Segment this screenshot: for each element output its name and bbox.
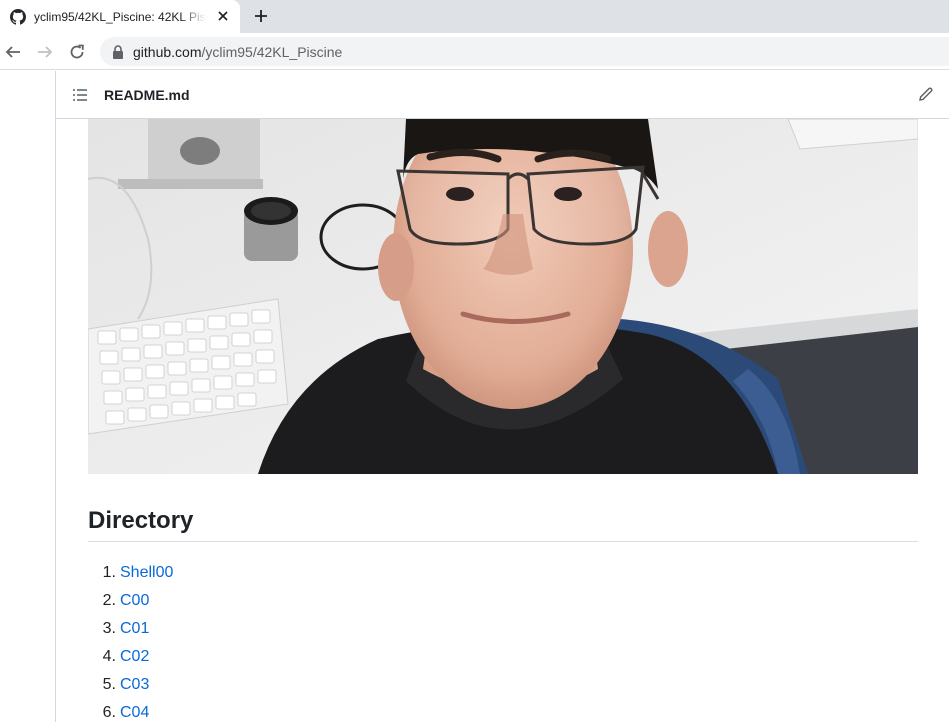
page-content: README.md Directory 1. Shell00 2. C00 3.… <box>0 71 949 722</box>
url-domain: github.com <box>133 43 202 60</box>
list-item: 3. C01 <box>88 615 173 643</box>
list-item: 2. C00 <box>88 587 173 615</box>
pencil-edit-icon[interactable] <box>918 86 934 102</box>
directory-link[interactable]: C01 <box>120 620 149 638</box>
readme-header: README.md <box>56 71 949 119</box>
tab-strip: yclim95/42KL_Piscine: 42KL Piscine <box>0 0 949 33</box>
list-number: 6. <box>102 704 116 721</box>
profile-photo <box>88 119 918 474</box>
list-number: 3. <box>102 620 116 637</box>
back-arrow-icon[interactable] <box>2 41 24 63</box>
list-item: 1. Shell00 <box>88 559 174 587</box>
list-number: 2. <box>102 592 116 609</box>
table-of-contents-icon[interactable] <box>72 87 88 103</box>
list-number: 4. <box>102 648 116 665</box>
lock-icon <box>113 44 123 59</box>
list-number: 5. <box>102 676 116 693</box>
directory-link[interactable]: C04 <box>120 704 149 722</box>
sidebar-divider <box>55 71 56 722</box>
url-text: github.com/yclim95/42KL_Piscine <box>133 44 342 60</box>
directory-heading: Directory <box>88 507 194 534</box>
browser-toolbar: github.com/yclim95/42KL_Piscine <box>0 33 949 70</box>
directory-link[interactable]: C02 <box>120 648 149 666</box>
reload-icon[interactable] <box>66 41 88 63</box>
directory-link[interactable]: C03 <box>120 676 149 694</box>
list-item: 4. C02 <box>88 643 173 671</box>
address-bar[interactable]: github.com/yclim95/42KL_Piscine <box>100 37 949 66</box>
github-icon <box>10 8 26 25</box>
close-icon[interactable] <box>215 8 231 24</box>
list-item: 6. C04 <box>88 699 173 722</box>
directory-link[interactable]: C00 <box>120 592 149 610</box>
forward-arrow-icon[interactable] <box>34 41 56 63</box>
list-item: 5. C03 <box>88 671 173 699</box>
directory-link[interactable]: Shell00 <box>120 564 173 582</box>
list-number: 1. <box>102 564 116 581</box>
readme-filename[interactable]: README.md <box>104 87 190 103</box>
browser-tab[interactable]: yclim95/42KL_Piscine: 42KL Piscine <box>0 0 240 33</box>
new-tab-plus-icon[interactable] <box>250 5 272 27</box>
tab-title: yclim95/42KL_Piscine: 42KL Piscine <box>34 9 206 24</box>
url-path: /yclim95/42KL_Piscine <box>201 43 343 60</box>
directory-list: 1. Shell00 2. C00 3. C01 4. C02 5. C03 6. C04 <box>88 559 174 722</box>
heading-divider <box>88 541 918 542</box>
